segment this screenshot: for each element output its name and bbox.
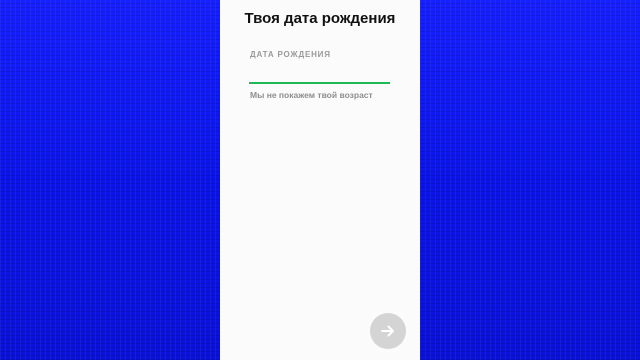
arrow-right-icon bbox=[380, 323, 396, 339]
birthdate-screen: Твоя дата рождения ДАТА РОЖДЕНИЯ Мы не п… bbox=[220, 0, 420, 360]
left-background bbox=[0, 0, 220, 360]
next-button[interactable] bbox=[370, 313, 406, 349]
page-title: Твоя дата рождения bbox=[244, 10, 396, 27]
birthdate-field-label: ДАТА РОЖДЕНИЯ bbox=[250, 50, 331, 59]
age-privacy-hint: Мы не покажем твой возраст bbox=[250, 90, 373, 100]
right-background bbox=[420, 0, 640, 360]
birthdate-input[interactable] bbox=[249, 66, 390, 84]
